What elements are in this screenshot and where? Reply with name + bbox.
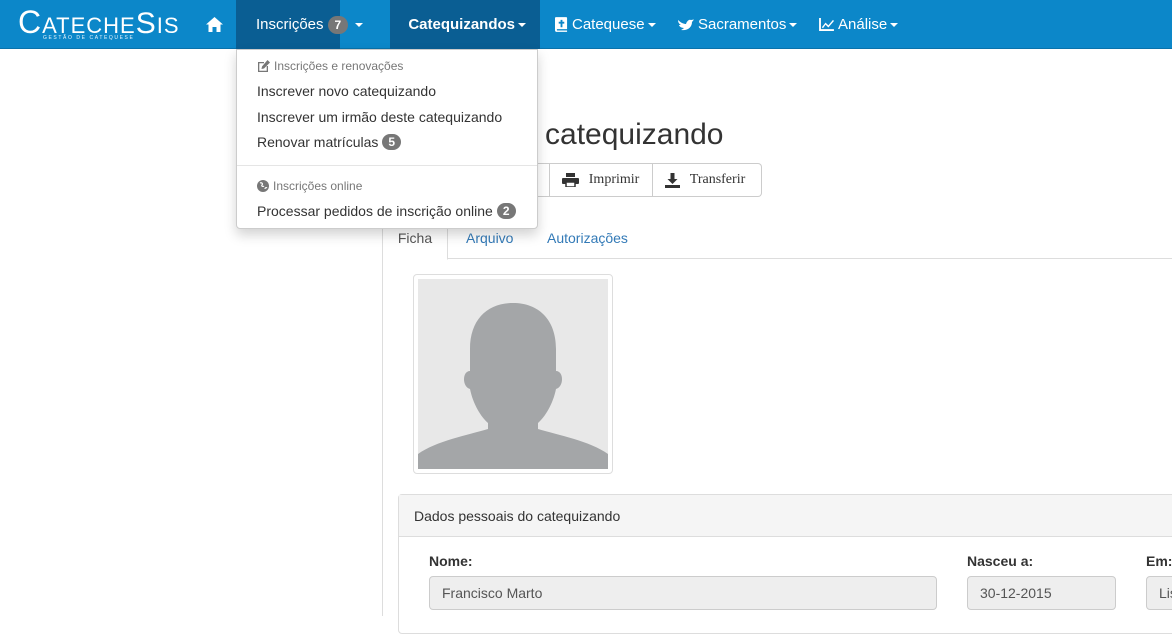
nav-inscricoes[interactable]: Inscrições 7 bbox=[236, 0, 340, 49]
menu-item-processar-label: Processar pedidos de inscrição online bbox=[257, 203, 493, 219]
menu-item-inscrever-novo[interactable]: Inscrever novo catequizando bbox=[257, 83, 436, 99]
nav-catequizandos[interactable]: Catequizandos bbox=[390, 0, 540, 49]
processar-count-badge: 2 bbox=[497, 203, 516, 219]
page-title: o catequizando bbox=[520, 118, 724, 152]
birthplace-field[interactable]: Lis bbox=[1146, 576, 1172, 610]
menu-item-renovar-label: Renovar matrículas bbox=[257, 134, 378, 150]
transfer-button[interactable]: Transferir bbox=[652, 164, 761, 196]
tab-content-border bbox=[382, 259, 383, 616]
nav-catequese[interactable]: Catequese bbox=[540, 0, 670, 49]
print-button[interactable]: Imprimir bbox=[549, 164, 652, 196]
edit-icon bbox=[257, 60, 270, 72]
nav-catequese-label: Catequese bbox=[572, 16, 645, 33]
chevron-down-icon bbox=[890, 23, 898, 27]
logo-text-is: IS bbox=[157, 13, 180, 38]
name-label: Nome: bbox=[429, 553, 473, 569]
nav-catequizandos-label: Catequizandos bbox=[408, 16, 515, 33]
book-icon bbox=[555, 17, 568, 32]
dropdown-divider bbox=[237, 165, 537, 166]
chevron-down-icon bbox=[355, 23, 363, 27]
nav-sacramentos-label: Sacramentos bbox=[698, 16, 786, 33]
renovar-count-badge: 5 bbox=[382, 134, 401, 150]
person-silhouette-icon bbox=[418, 279, 608, 469]
dropdown-header-online-label: Inscrições online bbox=[273, 179, 362, 193]
menu-item-inscrever-irmao[interactable]: Inscrever um irmão deste catequizando bbox=[257, 109, 502, 125]
birthplace-label: Em: bbox=[1146, 553, 1172, 569]
tab-autorizacoes[interactable]: Autorizações bbox=[547, 216, 628, 259]
nav-home[interactable] bbox=[192, 0, 237, 49]
nav-analise-label: Análise bbox=[838, 16, 887, 33]
logo-tagline: GESTÃO DE CATEQUESE bbox=[43, 35, 134, 41]
inscricoes-dropdown-menu: Inscrições e renovações Inscrever novo c… bbox=[236, 49, 538, 229]
line-chart-icon bbox=[819, 18, 834, 31]
logo-letter-c: C bbox=[18, 4, 42, 40]
printer-icon bbox=[562, 173, 579, 187]
dove-icon bbox=[678, 18, 694, 32]
name-field[interactable]: Francisco Marto bbox=[429, 576, 937, 610]
transfer-button-label: Transferir bbox=[690, 172, 745, 188]
download-icon bbox=[665, 173, 680, 188]
home-icon bbox=[206, 17, 223, 32]
dropdown-header-renovacoes: Inscrições e renovações bbox=[257, 59, 403, 73]
panel-heading: Dados pessoais do catequizando bbox=[399, 495, 1172, 537]
dropdown-header-online: Inscrições online bbox=[257, 179, 362, 193]
chevron-down-icon bbox=[518, 23, 526, 27]
inscricoes-count-badge: 7 bbox=[328, 16, 349, 34]
chevron-down-icon bbox=[648, 23, 656, 27]
catequizando-photo bbox=[413, 274, 613, 474]
dropdown-header-renovacoes-label: Inscrições e renovações bbox=[274, 59, 403, 73]
nav-sacramentos[interactable]: Sacramentos bbox=[664, 0, 811, 49]
print-button-label: Imprimir bbox=[589, 172, 640, 188]
record-actions-toolbar: inar Imprimir Transferir bbox=[515, 163, 762, 197]
catechesis-logo[interactable]: CATECHESIS GESTÃO DE CATEQUESE bbox=[18, 5, 178, 45]
menu-item-processar-pedidos[interactable]: Processar pedidos de inscrição online 2 bbox=[257, 203, 516, 219]
birthdate-label: Nasceu a: bbox=[967, 553, 1033, 569]
personal-data-panel: Dados pessoais do catequizando bbox=[398, 494, 1172, 634]
avatar-placeholder bbox=[418, 279, 608, 469]
top-navbar: CATECHESIS GESTÃO DE CATEQUESE Inscriçõe… bbox=[0, 0, 1172, 49]
globe-icon bbox=[257, 180, 269, 192]
nav-analise[interactable]: Análise bbox=[805, 0, 912, 49]
chevron-down-icon bbox=[789, 23, 797, 27]
logo-letter-s: S bbox=[136, 7, 157, 40]
menu-item-renovar-matriculas[interactable]: Renovar matrículas 5 bbox=[257, 134, 401, 150]
nav-inscricoes-label: Inscrições bbox=[256, 16, 324, 33]
birthdate-field[interactable]: 30-12-2015 bbox=[967, 576, 1116, 610]
